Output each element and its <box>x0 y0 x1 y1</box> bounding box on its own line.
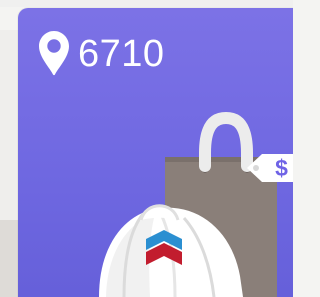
location-row: 6710 <box>38 30 165 76</box>
location-pin-icon <box>39 31 69 76</box>
page: 6710 $ <box>0 0 293 297</box>
postal-code: 6710 <box>78 33 165 75</box>
price-tag-symbol: $ <box>275 155 288 181</box>
